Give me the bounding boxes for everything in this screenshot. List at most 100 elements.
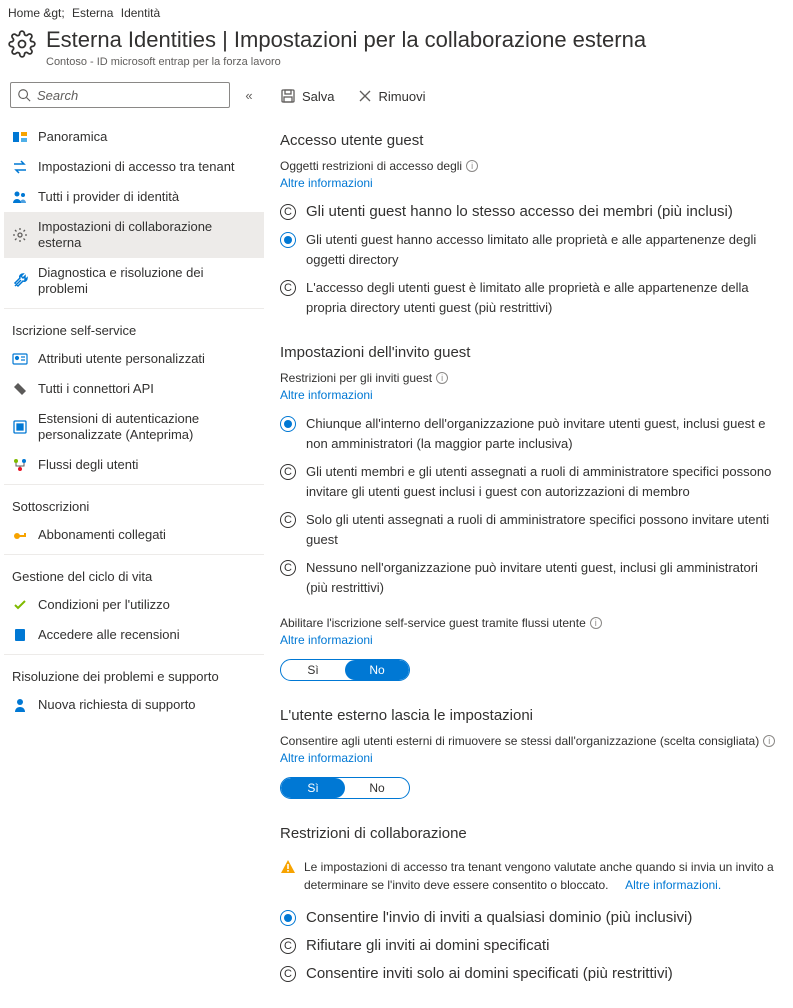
radio-label: Nessuno nell'organizzazione può invitare… [306,558,781,598]
card-icon [12,351,28,367]
sidebar-item-diagnose[interactable]: Diagnostica e risoluzione dei problemi [4,258,264,304]
toolbar: Salva Rimuovi [280,78,781,124]
people-icon [12,189,28,205]
radio-icon: C [280,966,296,982]
radio-icon [280,910,296,926]
learn-more-link[interactable]: Altre informazioni [280,388,373,402]
radio-label: Consentire l'invio di inviti a qualsiasi… [306,908,781,928]
self-signup-toggle[interactable]: Sì No [280,659,410,681]
toggle-no[interactable]: No [345,660,409,680]
collab-opt2[interactable]: C Rifiutare gli inviti ai domini specifi… [280,932,781,960]
radio-label: Solo gli utenti assegnati a ruoli di amm… [306,510,781,550]
divider [4,484,264,485]
sidebar-item-identity-providers[interactable]: Tutti i provider di identità [4,182,264,212]
divider [4,308,264,309]
section-guest-invite-title: Impostazioni dell'invito guest [280,344,781,361]
radio-icon: C [280,560,296,576]
section-external-leave-title: L'utente esterno lascia le impostazioni [280,707,781,724]
radio-icon: C [280,938,296,954]
info-icon[interactable]: i [466,160,478,172]
sidebar-item-access-reviews[interactable]: Accedere alle recensioni [4,620,264,650]
gear-small-icon [12,227,28,243]
sidebar-item-label: Diagnostica e risoluzione dei problemi [38,265,256,297]
external-leave-toggle[interactable]: Sì No [280,777,410,799]
toggle-yes[interactable]: Sì [281,660,345,680]
self-signup-label: Abilitare l'iscrizione self-service gues… [280,616,781,630]
exchange-icon [12,159,28,175]
warning-icon [280,859,296,875]
section-selfservice: Iscrizione self-service [4,313,264,344]
toggle-yes[interactable]: Sì [281,778,345,798]
page-title: Esterna Identities | Impostazioni per la… [46,26,646,54]
radio-label: Consentire inviti solo ai domini specifi… [306,964,781,984]
sidebar-item-user-flows[interactable]: Flussi degli utenti [4,450,264,480]
sidebar-item-label: Impostazioni di collaborazione esterna [38,219,256,251]
sidebar-item-label: Accedere alle recensioni [38,627,256,643]
guest-access-opt2[interactable]: Gli utenti guest hanno accesso limitato … [280,226,781,274]
learn-more-link[interactable]: Altre informazioni [280,176,373,190]
sidebar-item-support-request[interactable]: Nuova richiesta di supporto [4,690,264,720]
sidebar-item-label: Nuova richiesta di supporto [38,697,256,713]
divider [4,554,264,555]
sidebar-item-label: Abbonamenti collegati [38,527,256,543]
radio-icon: C [280,464,296,480]
search-placeholder: Search [37,88,78,103]
wrench-icon [12,273,28,289]
extension-icon [12,419,28,435]
info-icon[interactable]: i [436,372,448,384]
check-doc-icon [12,597,28,613]
sidebar-item-auth-extensions[interactable]: Estensioni di autenticazione personalizz… [4,404,264,450]
sidebar-item-api-connectors[interactable]: Tutti i connettori API [4,374,264,404]
search-input[interactable]: Search [10,82,230,108]
info-icon[interactable]: i [763,735,775,747]
discard-button[interactable]: Rimuovi [357,84,436,108]
guest-access-opt3[interactable]: C L'accesso degli utenti guest è limitat… [280,274,781,322]
guest-invite-opt2[interactable]: C Gli utenti membri e gli utenti assegna… [280,458,781,506]
guest-access-opt1[interactable]: C Gli utenti guest hanno lo stesso acces… [280,198,781,226]
discard-label: Rimuovi [379,89,426,104]
sidebar-item-linked-subs[interactable]: Abbonamenti collegati [4,520,264,550]
search-icon [17,88,31,102]
sidebar-item-label: Panoramica [38,129,256,145]
collab-opt3[interactable]: C Consentire inviti solo ai domini speci… [280,960,781,988]
breadcrumb-home[interactable]: Home &gt; [8,6,65,20]
radio-icon [280,232,296,248]
breadcrumb-external[interactable]: Esterna [72,6,113,20]
collab-warning: Le impostazioni di accesso tra tenant ve… [280,852,781,904]
section-lifecycle: Gestione del ciclo di vita [4,559,264,590]
breadcrumb-identities[interactable]: Identità [121,6,160,20]
info-icon[interactable]: i [590,617,602,629]
save-button[interactable]: Salva [280,84,345,108]
collab-opt1[interactable]: Consentire l'invio di inviti a qualsiasi… [280,904,781,932]
guest-invite-opt3[interactable]: C Solo gli utenti assegnati a ruoli di a… [280,506,781,554]
sidebar-item-label: Impostazioni di accesso tra tenant [38,159,256,175]
radio-label: Chiunque all'interno dell'organizzazione… [306,414,781,454]
learn-more-link[interactable]: Altre informazioni [280,751,373,765]
sidebar-item-label: Flussi degli utenti [38,457,256,473]
radio-icon [280,416,296,432]
learn-more-link[interactable]: Altre informazioni. [625,878,721,892]
radio-icon: C [280,280,296,296]
external-leave-label: Consentire agli utenti esterni di rimuov… [280,734,781,748]
guest-access-label: Oggetti restrizioni di accesso deglii [280,159,781,173]
sidebar-item-custom-attrs[interactable]: Attributi utente personalizzati [4,344,264,374]
guest-invite-label: Restrizioni per gli inviti guesti [280,371,781,385]
collapse-sidebar-icon[interactable]: « [240,88,258,103]
learn-more-link[interactable]: Altre informazioni [280,633,373,647]
guest-invite-opt4[interactable]: C Nessuno nell'organizzazione può invita… [280,554,781,602]
section-support: Risoluzione dei problemi e supporto [4,659,264,690]
sidebar-item-terms[interactable]: Condizioni per l'utilizzo [4,590,264,620]
section-guest-access-title: Accesso utente guest [280,132,781,149]
close-icon [357,88,373,104]
radio-label: Gli utenti guest hanno accesso limitato … [306,230,781,270]
toggle-no[interactable]: No [345,778,409,798]
guest-invite-opt1[interactable]: Chiunque all'interno dell'organizzazione… [280,410,781,458]
sidebar-item-cross-tenant[interactable]: Impostazioni di accesso tra tenant [4,152,264,182]
section-subscriptions: Sottoscrizioni [4,489,264,520]
save-icon [280,88,296,104]
sidebar-item-label: Attributi utente personalizzati [38,351,256,367]
sidebar-item-label: Condizioni per l'utilizzo [38,597,256,613]
sidebar-item-overview[interactable]: Panoramica [4,122,264,152]
radio-label: L'accesso degli utenti guest è limitato … [306,278,781,318]
sidebar-item-external-collab[interactable]: Impostazioni di collaborazione esterna [4,212,264,258]
